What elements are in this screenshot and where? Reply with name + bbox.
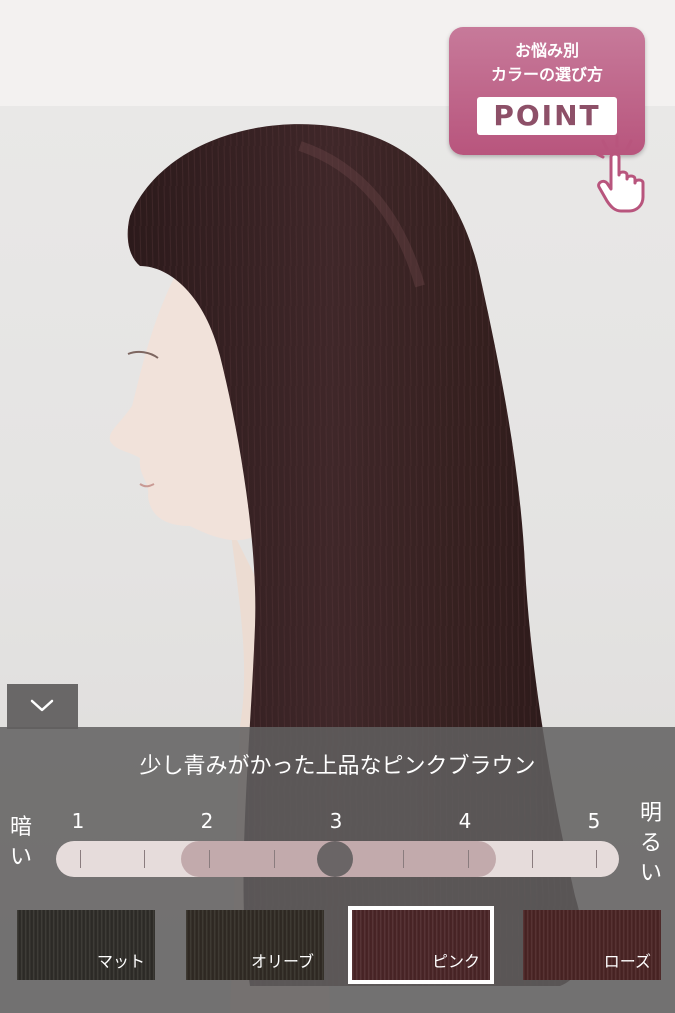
swatch-label: オリーブ [250, 952, 314, 971]
slider-tick [144, 850, 145, 868]
swatch-olive[interactable]: オリーブ [186, 910, 324, 980]
slider-tick [403, 850, 404, 868]
slider-tick [80, 850, 81, 868]
slider-knob[interactable] [317, 841, 353, 877]
slider-tick [468, 850, 469, 868]
collapse-panel-button[interactable] [7, 684, 78, 729]
swatch-label: ローズ [603, 952, 651, 971]
slider-tick [596, 850, 597, 868]
swatch-label: マット [96, 952, 145, 971]
slider-tick [209, 850, 210, 868]
slider-tick [274, 850, 275, 868]
point-line-2: カラーの選び方 [490, 65, 603, 84]
color-description: 少し青みがかった上品なピンクブラウン [139, 754, 536, 779]
scale-number-4: 4 [458, 809, 472, 833]
bright-label: 明るい [639, 801, 662, 886]
swatch-label: ピンク [431, 952, 480, 971]
point-line-1: お悩み別 [514, 41, 579, 60]
scale-number-3: 3 [329, 809, 343, 833]
color-panel: 少し青みがかった上品なピンクブラウン 暗い 明るい 1 2 3 4 5 マット … [0, 727, 675, 1013]
swatch-matte[interactable]: マット [17, 910, 155, 980]
slider-tick [532, 850, 533, 868]
point-label: POINT [477, 97, 617, 135]
scale-number-5: 5 [587, 809, 601, 833]
scale-number-2: 2 [200, 809, 214, 833]
swatch-pink[interactable]: ピンク [348, 906, 494, 984]
chevron-down-icon [30, 699, 54, 712]
brightness-slider[interactable] [56, 841, 619, 877]
scale-number-1: 1 [71, 809, 85, 833]
hand-pointer-icon [593, 135, 645, 213]
swatch-rose[interactable]: ローズ [523, 910, 661, 980]
dark-label: 暗い [9, 815, 32, 870]
hair-color-simulator: お悩み別 カラーの選び方 POINT 少し青みがかった上品なピンクブラウン 暗い… [0, 0, 675, 1013]
